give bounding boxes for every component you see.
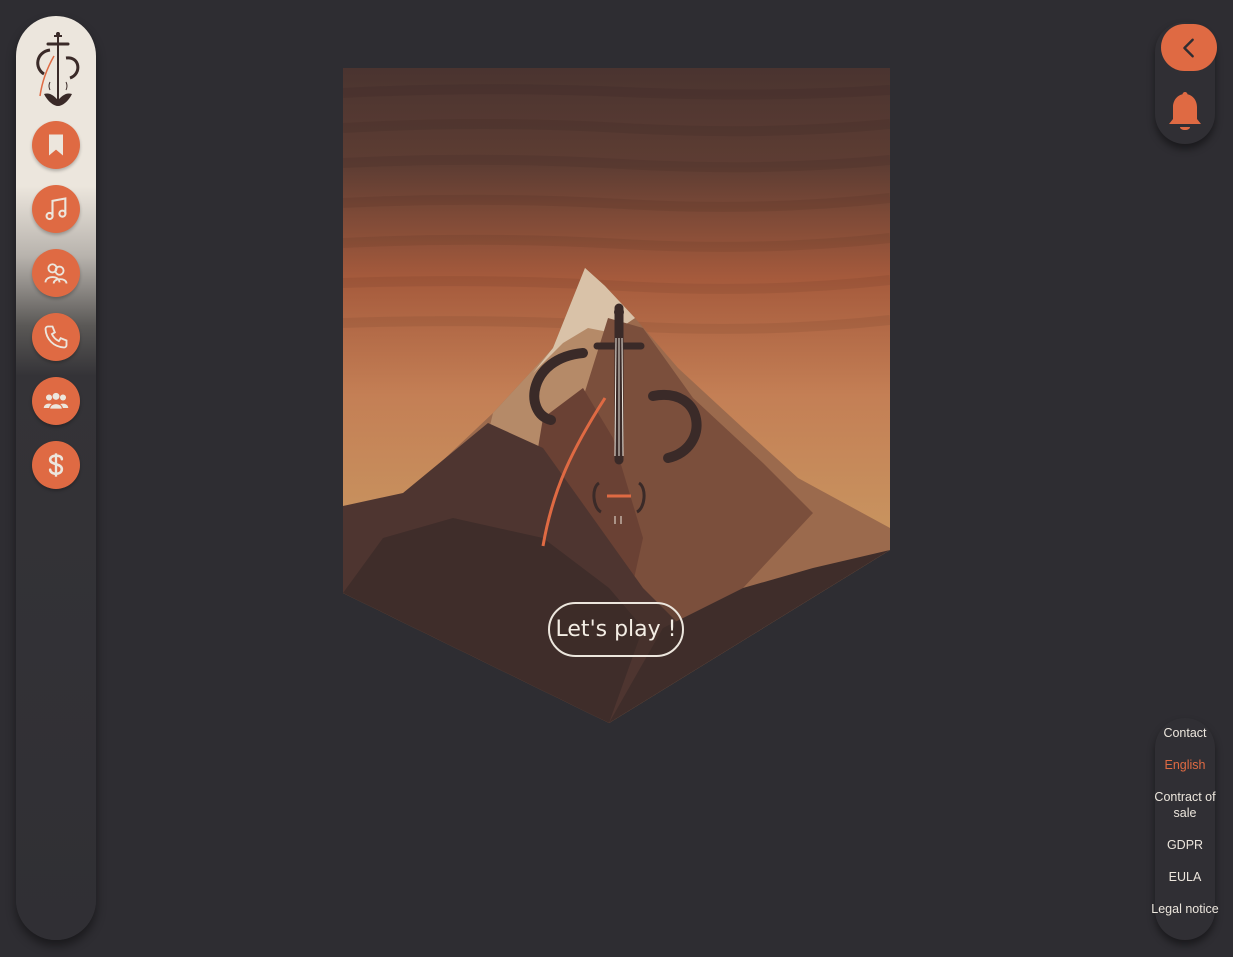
bookmark-icon <box>49 134 63 156</box>
music-note-icon <box>45 197 67 221</box>
sidebar-item-group[interactable] <box>32 377 80 425</box>
language-selector[interactable]: English <box>1145 757 1225 773</box>
lets-play-button[interactable]: Let's play ! <box>548 602 684 657</box>
footer-link-eula[interactable]: EULA <box>1145 869 1225 885</box>
chevron-left-icon <box>1183 38 1194 57</box>
sidebar-item-bookmarks[interactable] <box>32 121 80 169</box>
sidebar-item-music[interactable] <box>32 185 80 233</box>
footer-link-contract-of-sale[interactable]: Contract of sale <box>1145 789 1225 821</box>
footer-link-legal-notice[interactable]: Legal notice <box>1145 901 1225 917</box>
footer-link-contact[interactable]: Contact <box>1145 725 1225 741</box>
sidebar <box>16 16 96 940</box>
bell-icon[interactable] <box>1167 91 1203 133</box>
back-button[interactable] <box>1161 24 1217 71</box>
sidebar-item-pricing[interactable] <box>32 441 80 489</box>
dollar-icon <box>48 453 64 477</box>
footer-link-gdpr[interactable]: GDPR <box>1145 837 1225 853</box>
sidebar-item-phone[interactable] <box>32 313 80 361</box>
group-icon <box>43 392 69 410</box>
cello-logo-icon[interactable] <box>30 30 82 108</box>
phone-icon <box>44 325 68 349</box>
users-icon <box>44 263 68 284</box>
sidebar-item-users[interactable] <box>32 249 80 297</box>
